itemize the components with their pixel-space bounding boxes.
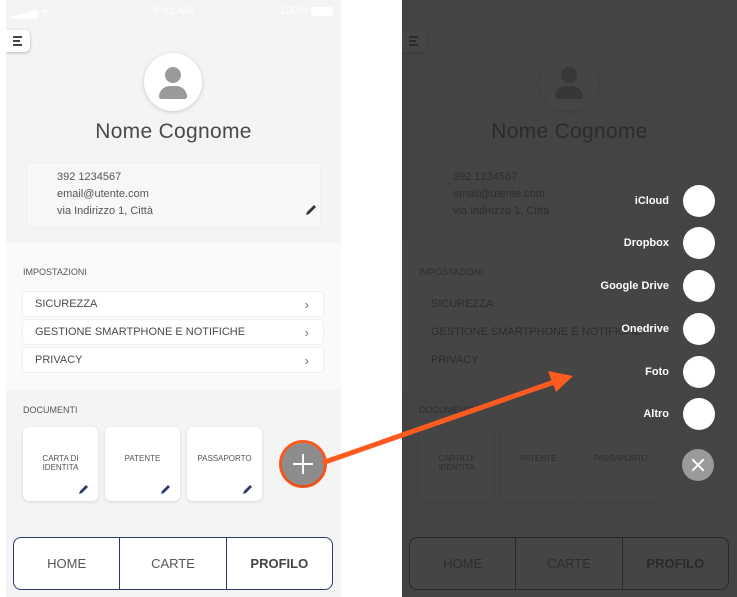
hamburger-line — [13, 36, 22, 38]
document-card-patente[interactable]: PATENTE — [105, 427, 180, 501]
document-card-carta-identita[interactable]: CARTA DI IDENTITA — [23, 427, 98, 501]
close-menu-button[interactable] — [682, 449, 714, 481]
email-address: email@utente.com — [57, 188, 149, 200]
other-source-icon[interactable] — [683, 398, 715, 430]
tab-carte[interactable]: CARTE — [120, 538, 227, 589]
hamburger-line — [13, 40, 20, 42]
settings-item-label: GESTIONE SMARTPHONE E NOTIFICHE — [35, 326, 246, 338]
menu-button[interactable] — [6, 30, 30, 52]
upload-source-onedrive[interactable]: Onedrive — [621, 313, 715, 345]
tab-profilo[interactable]: PROFILO — [227, 538, 332, 589]
icloud-icon[interactable] — [683, 185, 715, 217]
battery-indicator: 100% — [280, 5, 333, 17]
chevron-right-icon: › — [304, 325, 309, 340]
document-card-passaporto[interactable]: PASSAPORTO — [187, 427, 262, 501]
street-address: via Indirizzo 1, Città — [57, 205, 153, 217]
contact-card: 392 1234567 email@utente.com via Indiriz… — [26, 162, 321, 228]
settings-item-label: SICUREZZA — [35, 298, 98, 310]
profile-screen: ▂▃▅ ᯤ 9:41 AM 100% Nome Cognome 392 1234… — [6, 0, 341, 597]
edit-pencil-icon[interactable] — [160, 483, 172, 495]
settings-item-label: PRIVACY — [35, 354, 83, 366]
upload-source-label: Altro — [643, 408, 669, 420]
upload-source-label: Google Drive — [600, 280, 669, 292]
chevron-right-icon: › — [304, 297, 309, 312]
tab-home[interactable]: HOME — [14, 538, 121, 589]
user-icon-body — [159, 86, 187, 99]
phone-number: 392 1234567 — [57, 171, 122, 183]
upload-source-foto[interactable]: Foto — [645, 356, 715, 388]
dropbox-icon[interactable] — [683, 227, 715, 259]
settings-title: IMPOSTAZIONI — [23, 267, 87, 277]
onedrive-icon[interactable] — [683, 313, 715, 345]
upload-source-label: Onedrive — [621, 323, 669, 335]
add-document-button[interactable] — [282, 443, 324, 485]
settings-section: IMPOSTAZIONI SICUREZZA › GESTIONE SMARTP… — [6, 243, 341, 390]
document-label: CARTA DI IDENTITA — [42, 454, 79, 472]
upload-source-dropbox[interactable]: Dropbox — [624, 227, 715, 259]
edit-pencil-icon[interactable] — [78, 483, 90, 495]
status-bar: ▂▃▅ ᯤ 9:41 AM 100% — [6, 0, 341, 22]
upload-source-label: Dropbox — [623, 237, 669, 249]
battery-icon — [311, 6, 333, 16]
upload-source-google-drive[interactable]: Google Drive — [601, 270, 715, 302]
user-icon-head — [165, 67, 181, 83]
documents-title: DOCUMENTI — [23, 405, 78, 415]
google-drive-icon[interactable] — [683, 270, 715, 302]
edit-pencil-icon[interactable] — [242, 483, 254, 495]
document-label: PASSAPORTO — [197, 454, 252, 463]
plus-icon-v — [302, 454, 304, 474]
chevron-right-icon: › — [304, 353, 309, 368]
bottom-tab-bar: HOME CARTE PROFILO — [13, 537, 333, 590]
battery-percent: 100% — [279, 5, 308, 17]
profile-name: Nome Cognome — [95, 120, 252, 143]
photo-icon[interactable] — [683, 356, 715, 388]
edit-pencil-icon[interactable] — [304, 203, 318, 217]
hamburger-line — [13, 44, 22, 46]
settings-item-smartphone-notifiche[interactable]: GESTIONE SMARTPHONE E NOTIFICHE › — [23, 320, 323, 344]
upload-source-icloud[interactable]: iCloud — [635, 185, 715, 217]
upload-source-label: iCloud — [634, 195, 669, 207]
upload-source-altro[interactable]: Altro — [643, 398, 715, 430]
settings-item-privacy[interactable]: PRIVACY › — [23, 348, 323, 372]
upload-source-label: Foto — [645, 366, 669, 378]
avatar[interactable] — [144, 53, 202, 111]
document-label: PATENTE — [124, 454, 161, 463]
profile-screen-upload-menu: Nome Cognome 392 1234567 email@utente.co… — [402, 0, 737, 597]
settings-item-sicurezza[interactable]: SICUREZZA › — [23, 292, 323, 316]
